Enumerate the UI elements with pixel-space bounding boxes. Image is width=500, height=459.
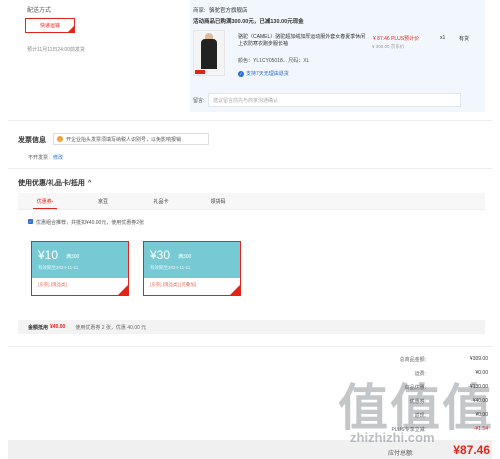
tab-jingdou-label: 京豆 [97, 198, 108, 205]
product-quantity: x1 [440, 35, 446, 41]
product-image-coat [201, 39, 217, 69]
product-image-tag [195, 70, 205, 74]
remark-input[interactable]: 建议留言前先与商家沟通确认 [208, 93, 461, 107]
express-delivery-button[interactable]: 快递运输 [25, 18, 75, 33]
product-stock: 有货 [459, 36, 470, 42]
invoice-tip-text: 开企业抬头发票须填写纳税人识别号，以免影响报销 [66, 136, 182, 143]
chevron-up-icon: ^ [87, 180, 92, 186]
ship-date: 预计11月11日24:00前发货 [27, 47, 85, 53]
total-value: ¥87.46 [453, 443, 490, 457]
tab-badge: * [51, 198, 54, 204]
tab-gift-card-label: 礼品卡 [153, 198, 169, 205]
coupon-validity: 有效期至2024-11-11 [150, 265, 191, 270]
tab-underline [33, 208, 57, 209]
coupon-amount: ¥30 [150, 248, 171, 262]
tab-coupons[interactable]: 优惠券 * [33, 193, 57, 209]
summary-label: 总商品金额: [399, 357, 426, 363]
merchant-name[interactable]: 骆驼官方旗舰店 [209, 6, 248, 14]
tab-coupons-label: 优惠券 [36, 198, 52, 205]
coupon-card[interactable]: ¥10 满300 有效期至2024-11-11 [东券] [限品类] [31, 241, 129, 296]
invoice-status: 不开发票 [28, 155, 49, 161]
invoice-title: 发票信息 [18, 137, 46, 144]
coupon-amount: ¥10 [38, 248, 59, 262]
coupon-card[interactable]: ¥30 满300 有效期至2024-11-11 [东券] [限品类] [可叠加] [143, 241, 241, 296]
tab-pickup-code[interactable]: 领货码 [203, 193, 233, 209]
divider [8, 346, 492, 347]
remark-label: 留言: [193, 98, 205, 104]
coupon-tags: [东券] [限品类] [可叠加] [150, 282, 197, 287]
watermark-url: zhizhizhi.com [350, 430, 435, 445]
merchant-label: 商家: [193, 8, 206, 14]
invoice-edit-link[interactable]: 修改 [53, 154, 63, 161]
info-icon: ! [57, 136, 63, 142]
coupon-condition: 满300 [178, 254, 192, 260]
product-original-price: ¥ 300.00 京东价 [372, 44, 405, 49]
coupon-section-title: 使用优惠/礼品卡/抵用 [18, 180, 85, 187]
product-title[interactable]: 骆驼（CAMEL）骆驼超加绒加厚运动服外套女春夏季休闲上衣防寒衣跑步服长袖 [238, 34, 366, 48]
discount-detail: 使用优惠券 2 张，优惠 40.00 元 [75, 324, 147, 331]
product-price: ¥ 87.46 PLUS预计价 [373, 36, 420, 42]
divider [8, 168, 492, 169]
tab-gift-card[interactable]: 礼品卡 [146, 193, 176, 209]
check-circle-icon: ✓ [238, 70, 244, 77]
delivery-title: 配送方式 [27, 8, 52, 14]
remark-placeholder: 建议留言前先与商家沟通确认 [213, 97, 279, 104]
coupon-selected-corner [118, 285, 128, 295]
tab-pickup-code-label: 领货码 [210, 198, 226, 205]
invoice-tip: ! 开企业抬头发票须填写纳税人识别号，以免影响报销 [53, 133, 209, 145]
product-thumbnail[interactable] [193, 30, 225, 76]
coupon-condition: 满300 [66, 254, 80, 260]
divider [8, 120, 492, 121]
discount-label: 金额抵用 [28, 324, 49, 331]
discount-value: ¥40.00 [50, 324, 66, 330]
product-spec: 颜色：YL1CY05018... 尺码：XL [238, 58, 310, 64]
service-text: 支持7天无理由退货 [246, 71, 289, 77]
recommend-text: 优惠组合推荐，共抵扣¥40.00元，使用优惠券2张 [36, 220, 145, 226]
promo-text: 活动商品已购满300.00元，已减130.00元现金 [193, 19, 304, 25]
coupon-validity: 有效期至2024-11-11 [38, 265, 79, 270]
recommend-checkbox[interactable]: ✓ [28, 219, 33, 224]
total-label: 应付总额: [388, 451, 414, 457]
coupon-section-header[interactable]: 使用优惠/礼品卡/抵用 ^ [18, 178, 91, 188]
discount-bar: 金额抵用 ¥40.00 使用优惠券 2 张，优惠 40.00 元 [18, 320, 485, 334]
coupon-tags: [东券] [限品类] [38, 282, 67, 287]
summary-value: ¥309.00 [469, 356, 488, 362]
coupon-selected-corner [230, 285, 240, 295]
express-delivery-label: 快递运输 [39, 23, 60, 29]
service-badge: ✓ 支持7天无理由退货 [238, 70, 289, 77]
tab-jingdou[interactable]: 京豆 [88, 193, 118, 209]
